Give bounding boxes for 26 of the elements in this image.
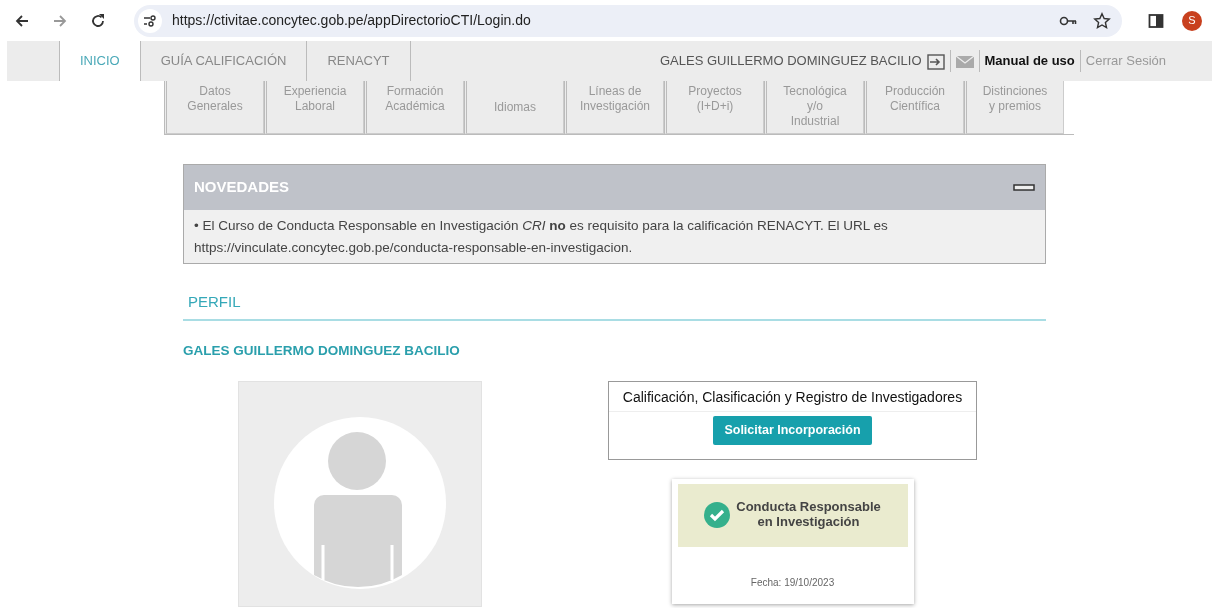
user-name: GALES GUILLERMO DOMINGUEZ BACILIO — [660, 52, 922, 71]
section-heading: PERFIL — [183, 291, 1046, 321]
section-tab[interactable]: Idiomas — [464, 81, 564, 134]
profile-avatar[interactable]: S — [1182, 10, 1202, 31]
news-item: • El Curso de Conducta Responsable en Investigación CRI no es requisito para la calificación RENACYT. El URL es https://vinculate.concytec.gob.pe/conducta-responsable-en-investigacion. — [194, 217, 889, 257]
certificate-title: Conducta Responsable en Investigación — [736, 500, 881, 531]
nav-tab[interactable]: INICIO — [59, 41, 140, 81]
section-tab[interactable]: Líneas de Investigación — [564, 81, 664, 134]
login-icon[interactable] — [926, 51, 945, 71]
news-title: NOVEDADES — [194, 177, 290, 198]
avatar-silhouette-icon — [274, 416, 446, 589]
check-icon — [704, 502, 731, 529]
manual-link[interactable]: Manual de uso — [984, 51, 1075, 71]
researcher-name: GALES GUILLERMO DOMINGUEZ BACILIO — [183, 341, 461, 360]
panel-title: Calificación, Clasificación y Registro de Investigadores — [609, 386, 976, 412]
section-tab[interactable]: Proyectos (I+D+i) — [664, 81, 764, 134]
site-settings-icon[interactable] — [138, 8, 162, 33]
request-button[interactable]: Solicitar Incorporación — [713, 415, 872, 445]
section-tab[interactable]: Distinciones y premios — [964, 81, 1064, 134]
section-tab[interactable]: Experiencia Laboral — [264, 81, 364, 134]
section-tab[interactable]: Formación Académica — [364, 81, 464, 134]
logout-link[interactable]: Cerrar Sesión — [1085, 51, 1166, 71]
certificate-date: Fecha: 19/10/2023 — [749, 575, 836, 590]
section-tab[interactable]: Producción Científica — [864, 81, 964, 134]
section-tab[interactable]: Datos Generales — [164, 81, 264, 134]
section-tab[interactable]: Tecnológica y/o Industrial — [764, 81, 864, 134]
